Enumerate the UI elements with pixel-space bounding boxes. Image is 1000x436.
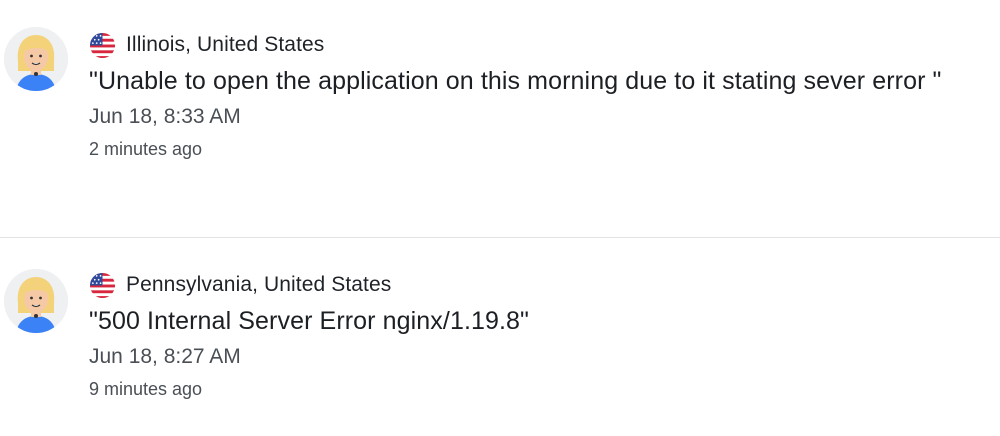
location-label: Pennsylvania, United States xyxy=(126,273,392,296)
user-avatar-icon xyxy=(4,269,68,333)
report-relative-time: 9 minutes ago xyxy=(89,379,203,399)
report-relative-time: 2 minutes ago xyxy=(89,139,203,159)
user-avatar-icon xyxy=(4,27,68,91)
report-card[interactable]: Pennsylvania, United States "500 Interna… xyxy=(0,238,1000,436)
us-flag-icon xyxy=(89,272,116,298)
report-content: Illinois, United States "Unable to open … xyxy=(89,28,970,162)
report-message: "Unable to open the application on this … xyxy=(89,67,942,95)
report-location: Illinois, United States xyxy=(89,28,970,62)
report-content: Pennsylvania, United States "500 Interna… xyxy=(89,268,970,402)
outage-report-feed: Illinois, United States "Unable to open … xyxy=(0,0,1000,436)
location-label: Illinois, United States xyxy=(126,33,325,56)
report-message: "500 Internal Server Error nginx/1.19.8" xyxy=(89,307,530,335)
report-timestamp: Jun 18, 8:27 AM xyxy=(89,345,241,368)
report-timestamp: Jun 18, 8:33 AM xyxy=(89,105,241,128)
report-card[interactable]: Illinois, United States "Unable to open … xyxy=(0,0,1000,238)
us-flag-icon xyxy=(89,32,116,58)
report-location: Pennsylvania, United States xyxy=(89,268,970,302)
